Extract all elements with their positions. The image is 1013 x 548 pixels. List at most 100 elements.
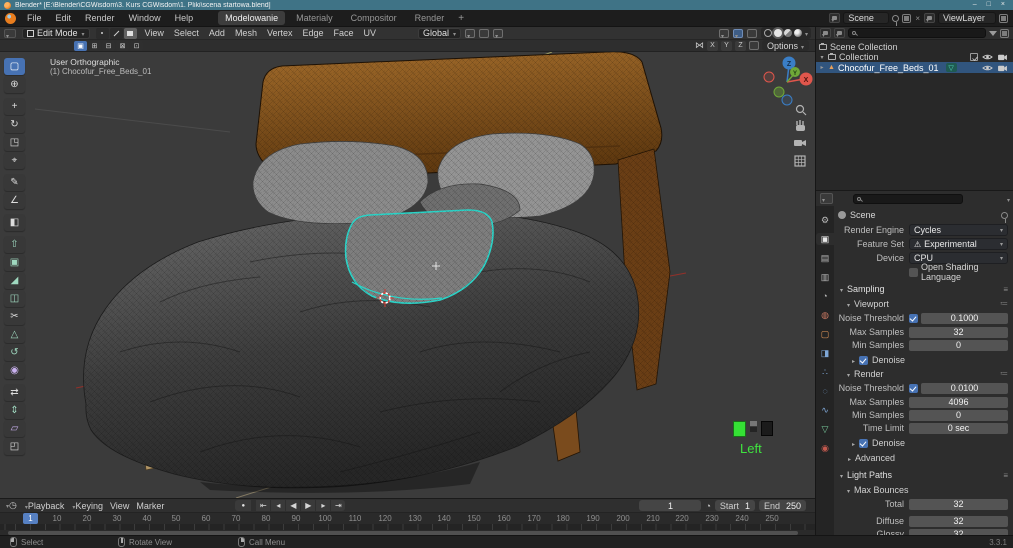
total-field[interactable]: 32 xyxy=(909,498,1008,510)
outliner-row-collection[interactable]: ▾ Collection xyxy=(816,52,1013,62)
particles-tab[interactable]: ∴ xyxy=(816,366,834,378)
menu-edit[interactable]: Edit xyxy=(53,12,75,24)
eye-icon[interactable] xyxy=(982,64,993,72)
maximize-button[interactable]: □ xyxy=(987,0,991,10)
r-denoise-checkbox[interactable] xyxy=(859,438,869,448)
vp-denoise-row[interactable]: Denoise xyxy=(838,354,1008,366)
properties-search-input[interactable] xyxy=(853,193,963,204)
play-reverse-button[interactable]: ◀ xyxy=(286,500,301,511)
navigation-gizmo[interactable]: Z Y X xyxy=(763,56,813,106)
render-engine-dropdown[interactable]: Cycles ▾ xyxy=(909,224,1008,236)
new-view-layer-icon[interactable] xyxy=(999,13,1008,23)
vp-denoise-checkbox[interactable] xyxy=(859,355,869,365)
next-keyframe-button[interactable]: ▸ xyxy=(316,500,331,511)
tool-poly-build-button[interactable]: △ xyxy=(4,326,25,343)
menu-uv[interactable]: UV xyxy=(362,28,379,38)
tool-loop-cut-button[interactable]: ◫ xyxy=(4,290,25,307)
object-tab[interactable]: ▢ xyxy=(816,328,834,340)
vp-noise-threshold-field[interactable]: 0.1000 xyxy=(921,312,1008,324)
camera-icon[interactable] xyxy=(997,64,1008,72)
tool-edge-slide-button[interactable]: ⇄ xyxy=(4,384,25,401)
menu-view[interactable]: View xyxy=(143,28,166,38)
edge-select-button[interactable] xyxy=(109,27,123,39)
pan-hand-icon[interactable] xyxy=(796,120,805,131)
outliner-search-input[interactable] xyxy=(848,28,986,38)
r-denoise-row[interactable]: Denoise xyxy=(838,437,1008,449)
editor-type-icon[interactable] xyxy=(4,28,16,38)
light-paths-section-header[interactable]: Light Paths ≡ xyxy=(838,468,1008,482)
end-frame-field[interactable]: End 250 xyxy=(758,500,806,511)
tool-shrink-fatten-button[interactable]: ⇕ xyxy=(4,402,25,419)
tool-scale-button[interactable]: ◳ xyxy=(4,134,25,151)
menu-add[interactable]: Add xyxy=(207,28,227,38)
tool-knife-button[interactable]: ✂ xyxy=(4,308,25,325)
workspace-tab-materialy[interactable]: Materialy xyxy=(289,11,340,25)
tool-transform-button[interactable]: ⌖ xyxy=(4,152,25,169)
jump-to-start-button[interactable]: ⇤ xyxy=(256,500,271,511)
close-button[interactable]: × xyxy=(1001,0,1005,10)
pivot-point-icon[interactable] xyxy=(465,28,476,38)
preset-icon[interactable]: ≔ xyxy=(1000,299,1008,308)
tool-extrude-region-button[interactable]: ⇧ xyxy=(4,236,25,253)
world-tab[interactable]: ◍ xyxy=(816,309,834,321)
minimize-button[interactable]: – xyxy=(973,0,977,10)
feature-set-dropdown[interactable]: ⚠ Experimental ▾ xyxy=(909,238,1008,250)
auto-keying-button[interactable]: ● xyxy=(235,500,252,511)
menu-mesh[interactable]: Mesh xyxy=(233,28,259,38)
menu-file[interactable]: File xyxy=(24,12,45,24)
r-noise-threshold-field[interactable]: 0.0100 xyxy=(921,382,1008,394)
prev-keyframe-button[interactable]: ◂ xyxy=(271,500,286,511)
vp-noise-threshold-checkbox[interactable] xyxy=(909,313,918,323)
tool-cursor-button[interactable]: ⊕ xyxy=(4,76,25,93)
tool-smooth-button[interactable]: ◉ xyxy=(4,362,25,379)
overlays-icon[interactable] xyxy=(732,28,743,38)
workspace-tab-modelowanie[interactable]: Modelowanie xyxy=(218,11,286,25)
object-data-tab[interactable]: ▽ xyxy=(816,423,834,435)
menu-edge[interactable]: Edge xyxy=(300,28,325,38)
workspace-tab-render[interactable]: Render xyxy=(408,11,452,25)
mirror-y-button[interactable]: Y xyxy=(720,40,732,51)
r-min-samples-field[interactable]: 0 xyxy=(909,409,1008,421)
panel-grip-icon[interactable]: ≡ xyxy=(1003,285,1008,294)
render-tab[interactable]: ▣ xyxy=(816,233,834,245)
panel-grip-icon[interactable]: ≡ xyxy=(1003,471,1008,480)
gizmo-neg-y[interactable] xyxy=(773,86,785,98)
rendered-shading-icon[interactable] xyxy=(793,29,802,37)
outliner-row-scene-collection[interactable]: Scene Collection xyxy=(816,42,1013,52)
tool-bevel-button[interactable]: ◢ xyxy=(4,272,25,289)
properties-options-icon[interactable] xyxy=(1006,194,1010,204)
select-mode-extend-button[interactable]: ⊞ xyxy=(88,40,101,51)
vp-max-samples-field[interactable]: 32 xyxy=(909,326,1008,338)
vp-min-samples-field[interactable]: 0 xyxy=(909,339,1008,351)
sampling-section-header[interactable]: Sampling ≡ xyxy=(838,282,1008,296)
solid-shading-icon[interactable] xyxy=(773,29,782,37)
orthographic-grid-icon[interactable] xyxy=(794,155,806,167)
play-button[interactable]: ▶ xyxy=(301,500,316,511)
filter-icon[interactable] xyxy=(989,30,997,36)
show-gizmo-icon[interactable] xyxy=(718,28,729,38)
diffuse-field[interactable]: 32 xyxy=(909,515,1008,527)
view-menu[interactable]: View xyxy=(110,501,129,511)
r-noise-threshold-checkbox[interactable] xyxy=(909,383,918,393)
vertex-select-button[interactable] xyxy=(95,27,109,39)
zoom-icon[interactable] xyxy=(795,104,807,116)
playhead[interactable]: 1 xyxy=(23,513,38,524)
viewport-canvas[interactable]: Z Y X User Orthographic (1) Chocofur_Fre… xyxy=(0,52,815,498)
menu-window[interactable]: Window xyxy=(126,12,164,24)
select-mode-invert-button[interactable]: ⊠ xyxy=(116,40,129,51)
transform-orientation-dropdown[interactable]: Global xyxy=(418,27,462,39)
constraints-tab[interactable]: ∿ xyxy=(816,404,834,416)
camera-icon[interactable] xyxy=(997,53,1008,61)
menu-vertex[interactable]: Vertex xyxy=(265,28,295,38)
start-frame-field[interactable]: Start 1 xyxy=(714,500,755,511)
view-layer-field[interactable]: ViewLayer xyxy=(938,12,996,24)
mirror-x-button[interactable]: X xyxy=(706,40,718,51)
collection-checkbox[interactable] xyxy=(970,53,978,61)
tool-rip-region-button[interactable]: ◰ xyxy=(4,438,25,455)
shading-dropdown-icon[interactable] xyxy=(804,28,808,38)
scene-name-field[interactable]: Scene xyxy=(843,12,890,24)
tool-annotate-button[interactable]: ✎ xyxy=(4,174,25,191)
new-collection-icon[interactable] xyxy=(1000,28,1009,38)
tool-move-button[interactable]: + xyxy=(4,98,25,115)
marker-menu[interactable]: Marker xyxy=(136,501,164,511)
